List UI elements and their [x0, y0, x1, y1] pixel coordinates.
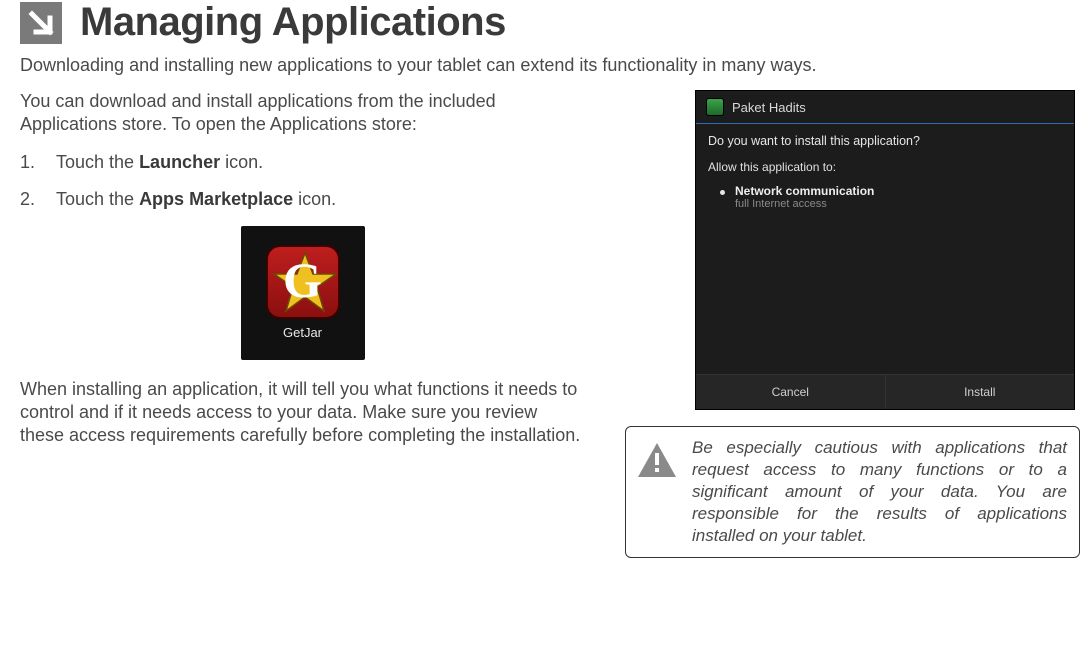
open-store-para: You can download and install application… — [20, 90, 585, 137]
android-install-dialog-screenshot: Paket Hadits Do you want to install this… — [695, 90, 1075, 410]
install-question: Do you want to install this application? — [708, 134, 1062, 148]
step-1-bold: Launcher — [139, 152, 220, 172]
caution-text: Be especially cautious with applications… — [692, 437, 1067, 547]
getjar-label: GetJar — [283, 325, 322, 340]
step-2-pre: Touch the — [56, 189, 139, 209]
step-1-pre: Touch the — [56, 152, 139, 172]
steps-list: Touch the Launcher icon. Touch the Apps … — [20, 151, 585, 212]
getjar-screenshot: G GetJar — [20, 226, 585, 360]
warning-icon — [636, 441, 678, 484]
arrow-down-right-icon — [20, 2, 62, 44]
step-1-post: icon. — [220, 152, 263, 172]
permission-row: Network communication full Internet acce… — [720, 184, 1062, 210]
android-dialog-buttons: Cancel Install — [696, 374, 1074, 409]
android-app-icon — [706, 98, 724, 116]
cancel-button[interactable]: Cancel — [696, 375, 885, 409]
getjar-tile: G GetJar — [241, 226, 365, 360]
heading-row: Managing Applications — [20, 0, 1070, 45]
caution-box: Be especially cautious with applications… — [625, 426, 1080, 558]
step-2: Touch the Apps Marketplace icon. — [20, 188, 585, 211]
intro-line: Downloading and installing new applicati… — [20, 55, 1070, 76]
permission-detail: full Internet access — [735, 198, 874, 210]
android-dialog-header: Paket Hadits — [696, 91, 1074, 124]
allow-heading: Allow this application to: — [708, 160, 1062, 174]
step-1: Touch the Launcher icon. — [20, 151, 585, 174]
install-button[interactable]: Install — [885, 375, 1075, 409]
getjar-app-icon: G — [266, 245, 340, 319]
page-title: Managing Applications — [80, 0, 506, 45]
step-2-bold: Apps Marketplace — [139, 189, 293, 209]
android-dialog-body: Do you want to install this application?… — [696, 124, 1074, 374]
step-2-post: icon. — [293, 189, 336, 209]
install-warning-para: When installing an application, it will … — [20, 378, 585, 448]
permission-group: Network communication — [735, 184, 874, 198]
android-app-name: Paket Hadits — [732, 100, 806, 115]
bullet-icon — [720, 190, 725, 195]
getjar-g-letter: G — [283, 255, 322, 305]
